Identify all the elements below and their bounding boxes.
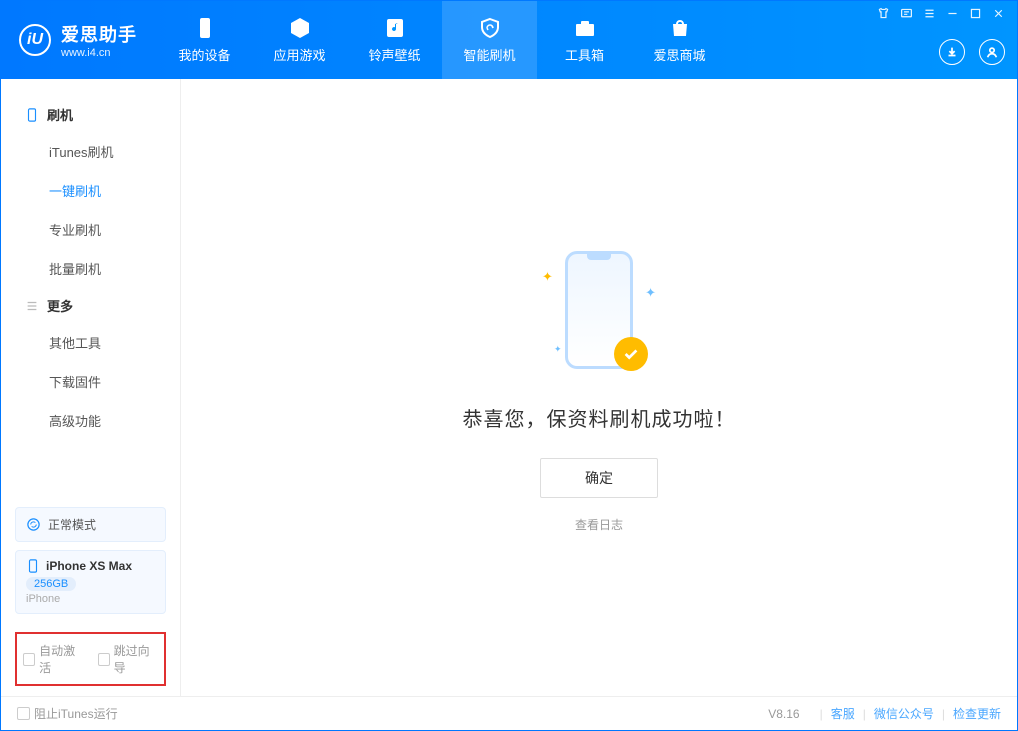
sidebar-item-oneclick-flash[interactable]: 一键刷机 [1,171,180,210]
main-nav: 我的设备 应用游戏 铃声壁纸 智能刷机 工具箱 爱思商城 [157,1,727,79]
nav-store[interactable]: 爱思商城 [632,1,727,79]
close-icon[interactable] [992,7,1005,20]
auto-activate-checkbox[interactable]: 自动激活 [23,642,84,676]
customer-service-link[interactable]: 客服 [831,705,855,722]
sparkle-icon: ✦ [554,344,562,355]
footer: 阻止iTunes运行 V8.16 | 客服 | 微信公众号 | 检查更新 [1,696,1017,730]
feedback-icon[interactable] [900,7,913,20]
sidebar-item-batch-flash[interactable]: 批量刷机 [1,249,180,288]
nav-label: 铃声壁纸 [368,45,420,64]
sidebar-item-pro-flash[interactable]: 专业刷机 [1,210,180,249]
user-icon[interactable] [979,39,1005,65]
sync-icon [26,517,41,532]
nav-apps-games[interactable]: 应用游戏 [252,1,347,79]
app-title: 爱思助手 [61,21,137,47]
nav-my-device[interactable]: 我的设备 [157,1,252,79]
device-phone-icon [26,559,40,573]
list-icon [25,299,39,313]
nav-label: 我的设备 [178,45,230,64]
success-message: 恭喜您，保资料刷机成功啦！ [463,403,736,432]
sidebar: 刷机 iTunes刷机 一键刷机 专业刷机 批量刷机 更多 其他工具 下载固件 … [1,79,181,696]
app-subtitle: www.i4.cn [61,47,137,59]
maximize-icon[interactable] [969,7,982,20]
wechat-link[interactable]: 微信公众号 [874,705,934,722]
skip-guide-checkbox[interactable]: 跳过向导 [98,642,159,676]
sidebar-group-more: 更多 [1,288,180,323]
ok-button[interactable]: 确定 [540,458,658,498]
nav-label: 爱思商城 [653,45,705,64]
nav-label: 智能刷机 [463,45,515,64]
nav-label: 应用游戏 [273,45,325,64]
window-controls [877,7,1005,20]
flash-options-highlighted: 自动激活 跳过向导 [15,632,166,686]
toolbox-icon [573,16,597,40]
device-name: iPhone XS Max [46,559,132,573]
version-label: V8.16 [768,707,799,721]
checkmark-badge-icon [614,337,648,371]
content-area: ✦ ✦ ✦ 恭喜您，保资料刷机成功啦！ 确定 查看日志 [181,79,1017,696]
sidebar-item-itunes-flash[interactable]: iTunes刷机 [1,132,180,171]
sparkle-icon: ✦ [645,285,656,301]
menu-icon[interactable] [923,7,936,20]
download-icon[interactable] [939,39,965,65]
device-storage-badge: 256GB [26,577,76,591]
header: iU 爱思助手 www.i4.cn 我的设备 应用游戏 铃声壁纸 智能刷机 工具… [1,1,1017,79]
nav-label: 工具箱 [565,45,604,64]
device-card[interactable]: iPhone XS Max 256GB iPhone [15,550,166,614]
sidebar-item-download-firmware[interactable]: 下载固件 [1,362,180,401]
sidebar-item-other-tools[interactable]: 其他工具 [1,323,180,362]
app-logo-icon: iU [19,24,51,56]
nav-toolbox[interactable]: 工具箱 [537,1,632,79]
device-type: iPhone [26,593,155,605]
device-mode-status[interactable]: 正常模式 [15,507,166,542]
cube-icon [288,16,312,40]
block-itunes-checkbox[interactable]: 阻止iTunes运行 [17,705,118,722]
nav-smart-flash[interactable]: 智能刷机 [442,1,537,79]
logo-area: iU 爱思助手 www.i4.cn [1,21,157,59]
success-illustration: ✦ ✦ ✦ [524,243,674,383]
check-update-link[interactable]: 检查更新 [953,705,1001,722]
sidebar-item-advanced[interactable]: 高级功能 [1,401,180,440]
nav-ringtone-wallpaper[interactable]: 铃声壁纸 [347,1,442,79]
view-log-link[interactable]: 查看日志 [575,516,623,533]
phone-outline-icon [25,108,39,122]
refresh-shield-icon [478,16,502,40]
shopping-bag-icon [668,16,692,40]
shirt-icon[interactable] [877,7,890,20]
minimize-icon[interactable] [946,7,959,20]
sparkle-icon: ✦ [542,269,553,285]
music-note-icon [383,16,407,40]
sidebar-group-flash: 刷机 [1,97,180,132]
phone-icon [193,16,217,40]
